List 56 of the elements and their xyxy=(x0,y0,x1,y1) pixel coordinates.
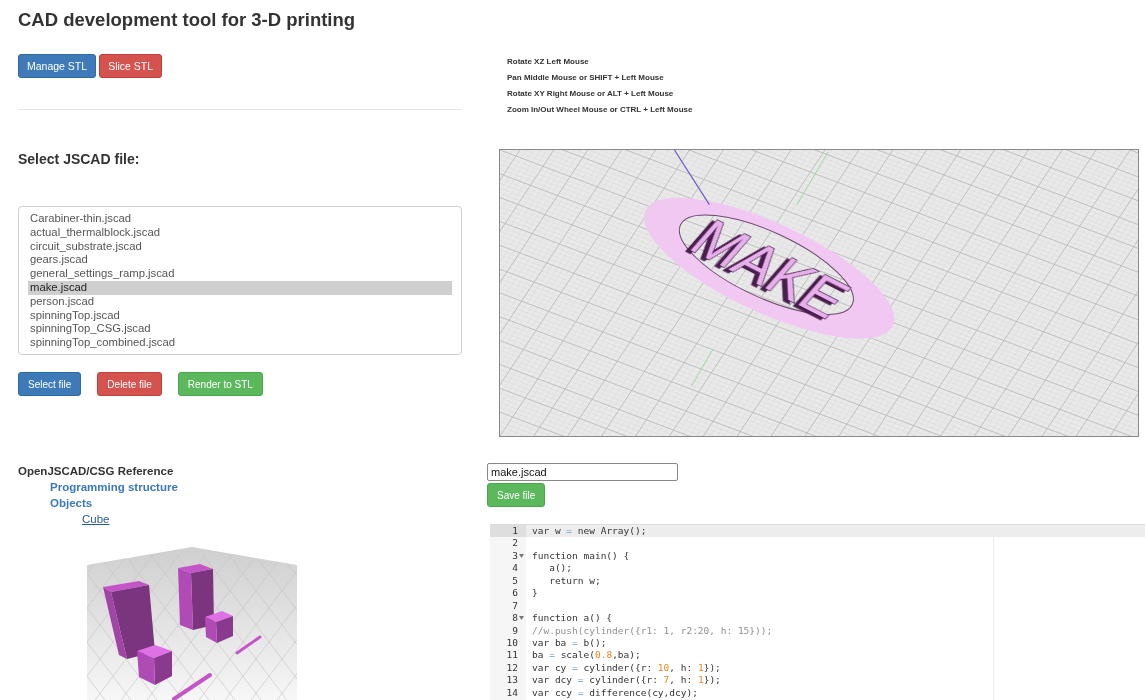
action-button[interactable]: Manage STL xyxy=(18,54,97,78)
action-button[interactable]: Delete file xyxy=(97,372,162,396)
line-number: 9 xyxy=(512,624,518,637)
help-text: Rotate XZ Left Mouse xyxy=(507,56,590,68)
file-list-item[interactable]: general_settings_ramp.jscad xyxy=(28,267,452,281)
file-list-item[interactable]: gears.jscad xyxy=(28,253,452,268)
code-line: function main() { xyxy=(531,549,630,563)
file-list-item[interactable]: spinningTop_combined.jscad xyxy=(28,336,452,350)
reference-link[interactable]: Cube xyxy=(82,513,110,525)
line-number: 10 xyxy=(506,636,518,650)
code-line: var cy = cylinder({r: 10, h: 1}); xyxy=(531,661,721,675)
file-list-item[interactable]: circuit_substrate.jscad xyxy=(28,239,452,254)
help-text: Pan Middle Mouse or SHIFT + Left Mouse xyxy=(507,72,665,84)
code-line: var ba = b(); xyxy=(531,636,607,650)
page-title: CAD development tool for 3-D printing xyxy=(17,8,357,32)
reference-link[interactable]: Programming structure xyxy=(50,481,178,493)
code-line: var ccy = difference(cy,dcy); xyxy=(531,686,698,700)
section-heading: Select JSCAD file: xyxy=(18,150,141,168)
help-text: Zoom In/Out Wheel Mouse or CTRL + Left Mouse xyxy=(507,104,694,116)
reference-title: OpenJSCAD/CSG Reference xyxy=(18,464,175,479)
file-name-input[interactable]: make.jscad xyxy=(487,463,678,481)
line-number: 7 xyxy=(512,599,518,613)
file-list-item[interactable]: actual_thermalblock.jscad xyxy=(28,225,452,240)
line-number: 5 xyxy=(512,574,518,588)
reference-link[interactable]: Objects xyxy=(50,497,93,509)
line-number: 11 xyxy=(506,649,518,662)
fold-caret-icon[interactable] xyxy=(519,554,524,559)
line-number: 1 xyxy=(512,525,518,538)
code-line: } xyxy=(531,587,538,600)
line-number: 6 xyxy=(512,587,518,600)
code-line: return w; xyxy=(548,574,601,588)
code-line: a(); xyxy=(548,562,573,575)
line-number: 12 xyxy=(506,661,518,675)
code-line: //w.push(cylinder({r1: 1, r2:20, h: 15})); xyxy=(531,624,773,637)
line-number: 14 xyxy=(506,686,518,700)
action-button[interactable]: Select file xyxy=(18,372,82,396)
line-number: 13 xyxy=(506,674,518,687)
file-list-item[interactable]: person.jscad xyxy=(28,294,452,309)
code-line: var w = new Array(); xyxy=(531,525,647,538)
code-line: function a() { xyxy=(531,612,613,625)
line-number: 4 xyxy=(512,562,518,575)
line-number: 2 xyxy=(512,537,518,550)
code-line: ba = scale(0.8,ba); xyxy=(531,649,641,662)
axis-line xyxy=(690,348,714,387)
file-list-item[interactable]: spinningTop.jscad xyxy=(28,308,452,323)
code-line: var dcy = cylinder({r: 7, h: 1}); xyxy=(531,674,721,687)
axis-line xyxy=(673,149,710,206)
file-list-item[interactable]: make.jscad xyxy=(28,281,452,295)
line-number: 8 xyxy=(512,612,518,625)
axis-line xyxy=(796,151,829,206)
file-list-item[interactable]: spinningTop_CSG.jscad xyxy=(28,322,452,337)
file-list-item[interactable]: Carabiner-thin.jscad xyxy=(28,212,452,226)
action-button[interactable]: Slice STL xyxy=(99,54,163,78)
help-text: Rotate XY Right Mouse or ALT + Left Mouse xyxy=(507,88,675,100)
line-number: 3 xyxy=(512,549,518,563)
fold-caret-icon[interactable] xyxy=(519,616,524,621)
